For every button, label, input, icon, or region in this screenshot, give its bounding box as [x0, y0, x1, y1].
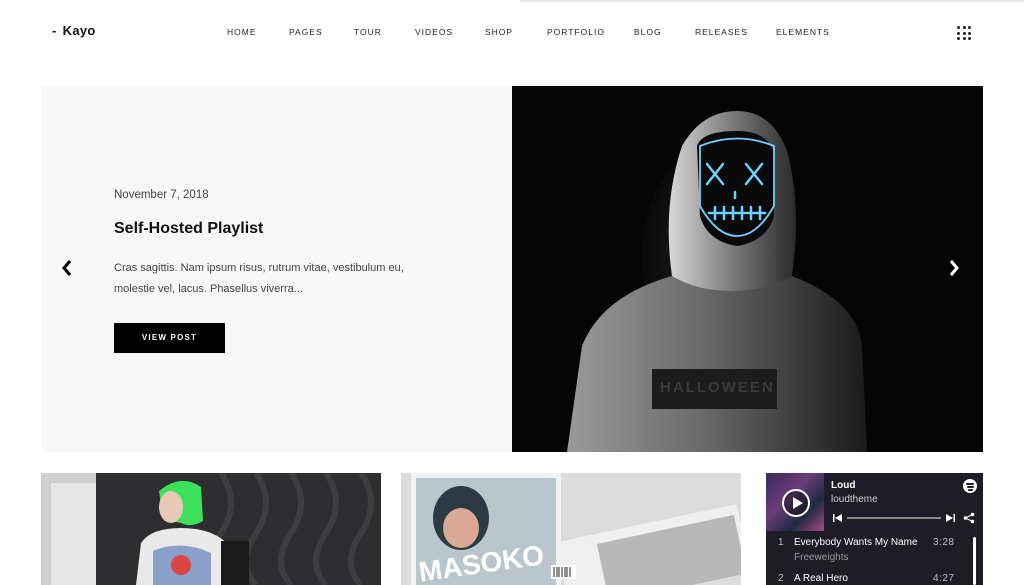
- grid-menu-icon[interactable]: [957, 26, 971, 40]
- hero-slider: November 7, 2018 Self-Hosted Playlist Cr…: [41, 86, 983, 452]
- spotify-icon[interactable]: [963, 479, 977, 493]
- nav-blog[interactable]: BLOG: [634, 27, 662, 37]
- music-player-widget: Loud loudtheme 1 Everybody Wants My Name…: [766, 473, 983, 585]
- track-name: A Real Hero: [794, 573, 848, 584]
- chevron-right-icon[interactable]: [946, 258, 962, 278]
- post-card-green-hair[interactable]: [41, 473, 381, 585]
- site-header: - Kayo HOME PAGES TOUR VIDEOS SHOP PORTFO…: [0, 0, 1024, 64]
- progress-bar[interactable]: [847, 517, 941, 519]
- nav-videos[interactable]: VIDEOS: [415, 27, 453, 37]
- hero-text-panel: November 7, 2018 Self-Hosted Playlist Cr…: [41, 86, 512, 452]
- post-excerpt: Cras sagittis. Nam ipsum risus, rutrum v…: [114, 262, 404, 295]
- hooded-figure-image: HALLOWEEN: [512, 86, 983, 452]
- nav-portfolio[interactable]: PORTFOLIO: [547, 27, 605, 37]
- post-card-masoko[interactable]: MASOKO: [401, 473, 741, 585]
- track-number: 1: [778, 537, 784, 548]
- post-title[interactable]: Self-Hosted Playlist: [114, 220, 263, 238]
- view-post-button[interactable]: VIEW POST: [114, 323, 225, 353]
- track-duration: 4:27: [933, 573, 955, 584]
- track-artist: Freeweights: [794, 552, 849, 563]
- top-strip: [520, 0, 1024, 2]
- post-date: November 7, 2018: [114, 189, 209, 201]
- album-cover: [766, 473, 824, 531]
- play-icon[interactable]: [782, 489, 810, 517]
- track-duration: 3:28: [933, 537, 955, 548]
- previous-track-icon[interactable]: [833, 514, 842, 522]
- track-number: 2: [778, 573, 784, 584]
- nav-releases[interactable]: RELEASES: [695, 27, 748, 37]
- nav-tour[interactable]: TOUR: [354, 27, 382, 37]
- player-title: Loud: [831, 480, 856, 491]
- share-icon[interactable]: [963, 512, 975, 524]
- hoodie-text: HALLOWEEN: [660, 379, 775, 396]
- chevron-left-icon[interactable]: [59, 258, 75, 278]
- player-artist[interactable]: loudtheme: [831, 494, 878, 505]
- nav-home[interactable]: HOME: [227, 27, 257, 37]
- hero-image: HALLOWEEN: [512, 86, 983, 452]
- main-nav: HOME PAGES TOUR VIDEOS SHOP PORTFOLIO BL…: [0, 27, 1024, 39]
- green-hair-image: [41, 473, 381, 585]
- nav-elements[interactable]: ELEMENTS: [776, 27, 830, 37]
- masoko-album-image: MASOKO: [401, 473, 741, 585]
- next-track-icon[interactable]: [946, 514, 955, 522]
- playlist-scrollbar[interactable]: [973, 537, 976, 585]
- track-name: Everybody Wants My Name: [794, 537, 918, 548]
- nav-pages[interactable]: PAGES: [289, 27, 323, 37]
- nav-shop[interactable]: SHOP: [485, 27, 513, 37]
